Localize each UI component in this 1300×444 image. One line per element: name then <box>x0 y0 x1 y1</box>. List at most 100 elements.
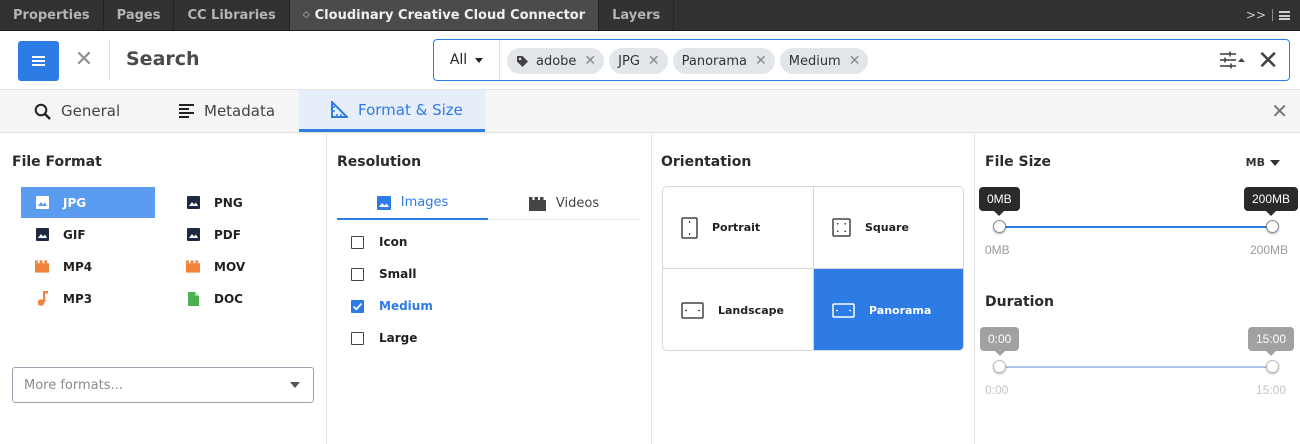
format-option-doc[interactable]: DOC <box>172 283 306 314</box>
tab-general-label: General <box>61 102 121 120</box>
format-option-gif[interactable]: GIF <box>21 219 155 250</box>
checkbox[interactable] <box>351 267 364 281</box>
panel-tab-cc-libraries[interactable]: CC Libraries <box>174 0 290 30</box>
format-option-jpg[interactable]: JPG <box>21 187 155 218</box>
panel-overflow-icon[interactable]: >> <box>1246 8 1266 22</box>
search-icon <box>34 103 51 120</box>
search-chip-medium[interactable]: Medium ✕ <box>779 48 869 74</box>
format-option-pdf[interactable]: PDF <box>172 219 306 250</box>
panel-tab-properties[interactable]: Properties <box>0 0 104 30</box>
file-size-min-handle[interactable] <box>993 220 1006 233</box>
panel-tab-cloudinary[interactable]: ◇ Cloudinary Creative Cloud Connector <box>289 0 600 30</box>
panel-tab-pages[interactable]: Pages <box>104 0 175 30</box>
image-icon <box>186 196 200 210</box>
tab-format-size-label: Format & Size <box>358 100 463 119</box>
format-option-label: DOC <box>214 291 243 306</box>
resolution-option-icon[interactable]: Icon <box>351 232 407 252</box>
orientation-option-landscape[interactable]: Landscape <box>663 269 814 350</box>
checkbox[interactable] <box>351 235 364 249</box>
resolution-panel: Resolution Images Videos Icon Small Medi… <box>327 134 652 444</box>
resolution-option-medium[interactable]: Medium <box>351 296 433 316</box>
search-chip-label: adobe <box>536 53 577 69</box>
clear-search-icon[interactable]: ✕ <box>1257 48 1279 74</box>
orientation-option-portrait[interactable]: Portrait <box>663 187 814 269</box>
format-option-mp4[interactable]: MP4 <box>21 251 155 282</box>
search-chip-jpg[interactable]: JPG ✕ <box>609 48 668 74</box>
orientation-option-label: Panorama <box>869 303 932 317</box>
list-icon <box>179 104 194 118</box>
page-title: Search <box>126 48 200 70</box>
remove-chip-icon[interactable]: ✕ <box>755 53 767 69</box>
search-chip-label: JPG <box>618 53 640 69</box>
tab-videos[interactable]: Videos <box>488 187 640 220</box>
filter-toggle-icon[interactable] <box>1219 51 1245 69</box>
tab-images[interactable]: Images <box>337 187 488 220</box>
format-option-label: MP3 <box>63 291 93 306</box>
file-format-panel: File Format JPG PNG GIF PDF MP4 MOV MP3 … <box>0 134 327 444</box>
filter-tabs: General Metadata Format & Size ✕ <box>0 90 1300 133</box>
caret-down-icon <box>475 57 484 63</box>
image-icon <box>35 228 49 242</box>
tab-metadata[interactable]: Metadata <box>179 90 275 132</box>
search-input[interactable]: All adobe ✕ JPG ✕ Panorama ✕ Medium ✕ ✕ <box>433 39 1290 81</box>
format-option-label: MOV <box>214 259 246 274</box>
remove-chip-icon[interactable]: ✕ <box>584 53 596 69</box>
scope-select-value: All <box>449 52 468 68</box>
resolution-option-small[interactable]: Small <box>351 264 416 284</box>
format-option-mov[interactable]: MOV <box>172 251 306 282</box>
file-size-unit-select[interactable]: MB <box>1246 156 1280 169</box>
checkbox[interactable] <box>351 331 364 345</box>
duration-min-handle[interactable] <box>993 360 1006 373</box>
duration-range-max: 15:00 <box>1256 383 1287 397</box>
tab-videos-label: Videos <box>555 196 600 211</box>
search-chip-adobe[interactable]: adobe ✕ <box>507 48 605 74</box>
orientation-option-label: Landscape <box>718 303 784 317</box>
file-size-title: File Size <box>985 154 1052 170</box>
format-option-png[interactable]: PNG <box>172 187 306 218</box>
panel-menu-icon[interactable] <box>1279 10 1290 20</box>
resolution-option-label: Small <box>379 267 417 281</box>
orientation-option-square[interactable]: Square <box>814 187 963 269</box>
panel-tab-layers[interactable]: Layers <box>599 0 675 30</box>
duration-max-handle[interactable] <box>1266 360 1279 373</box>
scope-select[interactable]: All <box>434 40 500 80</box>
file-size-max-tooltip: 200MB <box>1244 187 1299 216</box>
remove-chip-icon[interactable]: ✕ <box>849 53 861 69</box>
checkbox-checked[interactable] <box>351 299 364 313</box>
file-format-title: File Format <box>12 154 102 170</box>
orientation-grid: Portrait Square Landscape Panorama <box>662 186 964 351</box>
image-icon <box>186 228 200 242</box>
file-size-slider-track[interactable] <box>999 226 1272 228</box>
duration-title: Duration <box>985 294 1055 310</box>
resolution-option-label: Large <box>379 331 418 345</box>
size-duration-panel: File Size MB 0MB 200MB 0MB 200MB Duratio… <box>975 134 1300 444</box>
ruler-icon <box>331 101 348 118</box>
menu-button[interactable] <box>18 41 59 81</box>
orientation-option-label: Portrait <box>712 221 761 234</box>
panel-tab-strip: Properties Pages CC Libraries ◇ Cloudina… <box>0 0 1300 31</box>
film-icon <box>186 260 200 274</box>
search-chip-panorama[interactable]: Panorama ✕ <box>672 48 775 74</box>
close-search-icon[interactable]: ✕ <box>73 48 95 72</box>
remove-chip-icon[interactable]: ✕ <box>648 53 660 69</box>
format-option-label: GIF <box>63 227 86 242</box>
format-option-label: PDF <box>214 227 241 242</box>
search-header: ✕ Search All adobe ✕ JPG ✕ Panorama ✕ Me… <box>0 31 1300 90</box>
tab-format-size[interactable]: Format & Size <box>299 90 485 132</box>
header-divider <box>109 40 110 80</box>
tab-general[interactable]: General <box>34 90 120 132</box>
file-size-min-tooltip: 0MB <box>979 187 1020 216</box>
duration-slider-track[interactable] <box>999 366 1272 368</box>
landscape-icon <box>681 301 704 319</box>
resolution-title: Resolution <box>337 154 422 170</box>
tab-metadata-label: Metadata <box>204 102 276 120</box>
square-icon <box>832 218 851 237</box>
file-size-unit-value: MB <box>1245 156 1265 169</box>
file-size-max-handle[interactable] <box>1266 220 1279 233</box>
close-filters-icon[interactable]: ✕ <box>1271 101 1288 121</box>
orientation-option-panorama[interactable]: Panorama <box>814 269 963 350</box>
resolution-option-large[interactable]: Large <box>351 328 417 348</box>
format-option-mp3[interactable]: MP3 <box>21 283 155 314</box>
more-formats-placeholder: More formats... <box>24 378 123 393</box>
more-formats-select[interactable]: More formats... <box>12 367 314 403</box>
